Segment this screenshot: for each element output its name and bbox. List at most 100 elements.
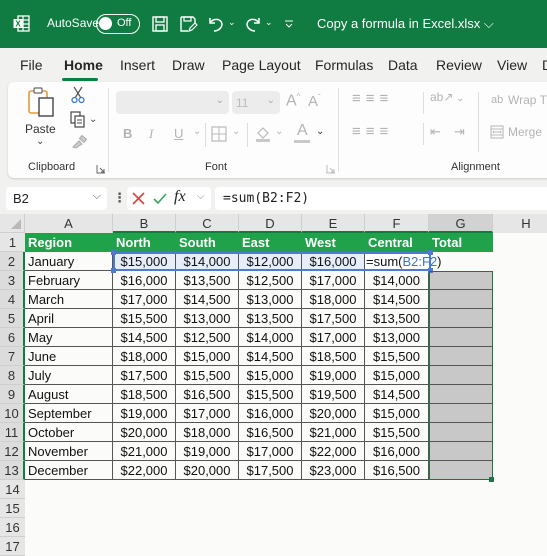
top-align-icon[interactable]: ≡ — [352, 90, 366, 107]
month-cell[interactable]: June — [25, 347, 113, 366]
value-cell[interactable]: $13,000 — [239, 290, 302, 309]
row-header-1[interactable]: 1 — [0, 233, 25, 252]
merge-icon[interactable] — [490, 125, 504, 139]
value-cell[interactable]: $16,000 — [302, 252, 365, 271]
value-cell[interactable]: $18,500 — [302, 347, 365, 366]
value-cell[interactable]: $15,500 — [365, 423, 429, 442]
row-header-12[interactable]: 12 — [0, 442, 25, 461]
tab-view[interactable]: View — [497, 57, 527, 73]
value-cell[interactable]: $16,500 — [239, 423, 302, 442]
total-cell[interactable] — [429, 404, 493, 423]
value-cell[interactable]: $14,000 — [239, 328, 302, 347]
document-title[interactable]: Copy a formula in Excel.xlsx ⌵ — [317, 16, 494, 32]
value-cell[interactable]: $15,500 — [365, 347, 429, 366]
value-cell[interactable]: $19,500 — [302, 385, 365, 404]
tab-home[interactable]: Home — [64, 57, 103, 73]
month-cell[interactable]: August — [25, 385, 113, 404]
formula-input[interactable]: =sum(B2:F2) — [215, 187, 547, 210]
cut-icon[interactable] — [71, 86, 85, 104]
header-cell[interactable]: East — [239, 233, 302, 252]
value-cell[interactable]: $13,500 — [239, 309, 302, 328]
value-cell[interactable]: $16,500 — [365, 461, 429, 480]
save-icon[interactable] — [150, 14, 170, 34]
wrap-text-button[interactable]: Wrap T — [508, 93, 547, 107]
value-cell[interactable]: $15,500 — [239, 385, 302, 404]
value-cell[interactable]: $17,000 — [239, 442, 302, 461]
value-cell[interactable]: $19,000 — [176, 442, 239, 461]
underline-dropdown-icon[interactable]: ⌄ — [193, 126, 201, 137]
value-cell[interactable]: $13,500 — [365, 309, 429, 328]
decrease-indent-icon[interactable]: ⇤ — [430, 124, 441, 140]
font-color-icon[interactable]: A — [297, 122, 308, 140]
value-cell[interactable]: $17,000 — [176, 404, 239, 423]
month-cell[interactable]: November — [25, 442, 113, 461]
value-cell[interactable]: $15,000 — [365, 366, 429, 385]
month-cell[interactable]: May — [25, 328, 113, 347]
total-cell[interactable] — [429, 442, 493, 461]
value-cell[interactable]: $22,000 — [113, 461, 176, 480]
increase-indent-icon[interactable]: ⇥ — [454, 124, 465, 140]
bottom-align-icon[interactable]: ≡ — [380, 90, 394, 107]
row-header-9[interactable]: 9 — [0, 385, 25, 404]
value-cell[interactable]: $13,500 — [176, 271, 239, 290]
value-cell[interactable]: $17,500 — [239, 461, 302, 480]
fill-handle[interactable] — [489, 477, 494, 482]
tab-formulas[interactable]: Formulas — [315, 57, 373, 73]
redo-icon[interactable] — [243, 14, 263, 34]
more-options-icon[interactable]: ⋮ — [113, 190, 126, 206]
editing-cell[interactable]: =sum(B2:F2) — [365, 252, 442, 271]
format-painter-icon[interactable] — [71, 135, 87, 149]
value-cell[interactable]: $20,000 — [302, 404, 365, 423]
value-cell[interactable]: $22,000 — [302, 442, 365, 461]
bold-button[interactable]: B — [123, 126, 132, 141]
select-all-button[interactable] — [0, 214, 25, 233]
value-cell[interactable]: $19,000 — [113, 404, 176, 423]
tab-page-layout[interactable]: Page Layout — [222, 57, 301, 73]
decrease-font-size-icon[interactable]: Aˇ — [308, 93, 321, 110]
value-cell[interactable]: $18,500 — [113, 385, 176, 404]
font-launcher-icon[interactable] — [326, 164, 336, 174]
month-cell[interactable]: December — [25, 461, 113, 480]
total-cell[interactable] — [429, 252, 493, 271]
value-cell[interactable]: $18,000 — [113, 347, 176, 366]
value-cell[interactable]: $16,500 — [176, 385, 239, 404]
row-header-6[interactable]: 6 — [0, 328, 25, 347]
font-name-combo[interactable]: ⌄ — [116, 91, 229, 114]
month-cell[interactable]: March — [25, 290, 113, 309]
customize-qat-icon[interactable] — [284, 19, 294, 29]
row-header-5[interactable]: 5 — [0, 309, 25, 328]
enter-icon[interactable] — [153, 192, 167, 205]
tab-data[interactable]: Data — [388, 57, 418, 73]
row-header-15[interactable]: 15 — [0, 499, 25, 518]
value-cell[interactable]: $16,000 — [365, 442, 429, 461]
value-cell[interactable]: $14,000 — [176, 252, 239, 271]
value-cell[interactable]: $15,000 — [239, 366, 302, 385]
month-cell[interactable]: July — [25, 366, 113, 385]
value-cell[interactable]: $14,500 — [365, 385, 429, 404]
value-cell[interactable]: $16,000 — [113, 271, 176, 290]
value-cell[interactable]: $23,000 — [302, 461, 365, 480]
column-header-d[interactable]: D — [239, 214, 302, 233]
undo-dropdown-icon[interactable]: ⌄ — [228, 17, 236, 28]
fill-color-dropdown-icon[interactable]: ⌄ — [275, 126, 283, 137]
column-header-b[interactable]: B — [113, 214, 176, 233]
value-cell[interactable]: $20,000 — [176, 461, 239, 480]
column-header-g[interactable]: G — [429, 214, 493, 233]
merge-button[interactable]: Merge — [508, 125, 542, 139]
total-cell[interactable] — [429, 271, 493, 290]
value-cell[interactable]: $15,000 — [113, 252, 176, 271]
value-cell[interactable]: $12,500 — [239, 271, 302, 290]
row-header-14[interactable]: 14 — [0, 480, 25, 499]
value-cell[interactable]: $15,500 — [113, 309, 176, 328]
header-cell[interactable]: Region — [25, 233, 113, 252]
selection-handle[interactable] — [428, 250, 433, 255]
column-header-e[interactable]: E — [302, 214, 365, 233]
tab-review[interactable]: Review — [436, 57, 482, 73]
value-cell[interactable]: $19,000 — [302, 366, 365, 385]
value-cell[interactable]: $21,000 — [113, 442, 176, 461]
font-size-combo[interactable]: 11 ⌄ — [232, 91, 280, 114]
total-cell[interactable] — [429, 290, 493, 309]
value-cell[interactable]: $12,000 — [239, 252, 302, 271]
column-header-a[interactable]: A — [25, 214, 113, 233]
wrap-text-icon[interactable]: ab — [491, 94, 503, 106]
